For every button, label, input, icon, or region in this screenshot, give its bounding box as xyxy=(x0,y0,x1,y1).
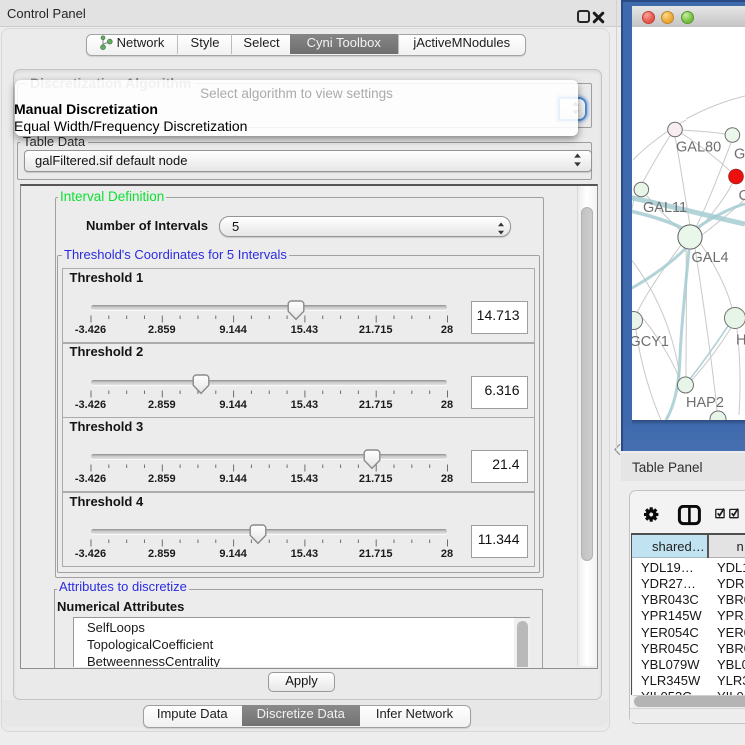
svg-text:HAP2: HAP2 xyxy=(686,395,724,411)
svg-text:H: H xyxy=(736,333,745,349)
svg-text:GA: GA xyxy=(734,147,745,163)
svg-text:GAL80: GAL80 xyxy=(676,140,721,156)
svg-text:GAL11: GAL11 xyxy=(643,200,687,216)
svg-text:GAL4: GAL4 xyxy=(692,250,729,266)
svg-text:CY: CY xyxy=(739,188,745,204)
svg-text:GCY1: GCY1 xyxy=(632,334,669,350)
